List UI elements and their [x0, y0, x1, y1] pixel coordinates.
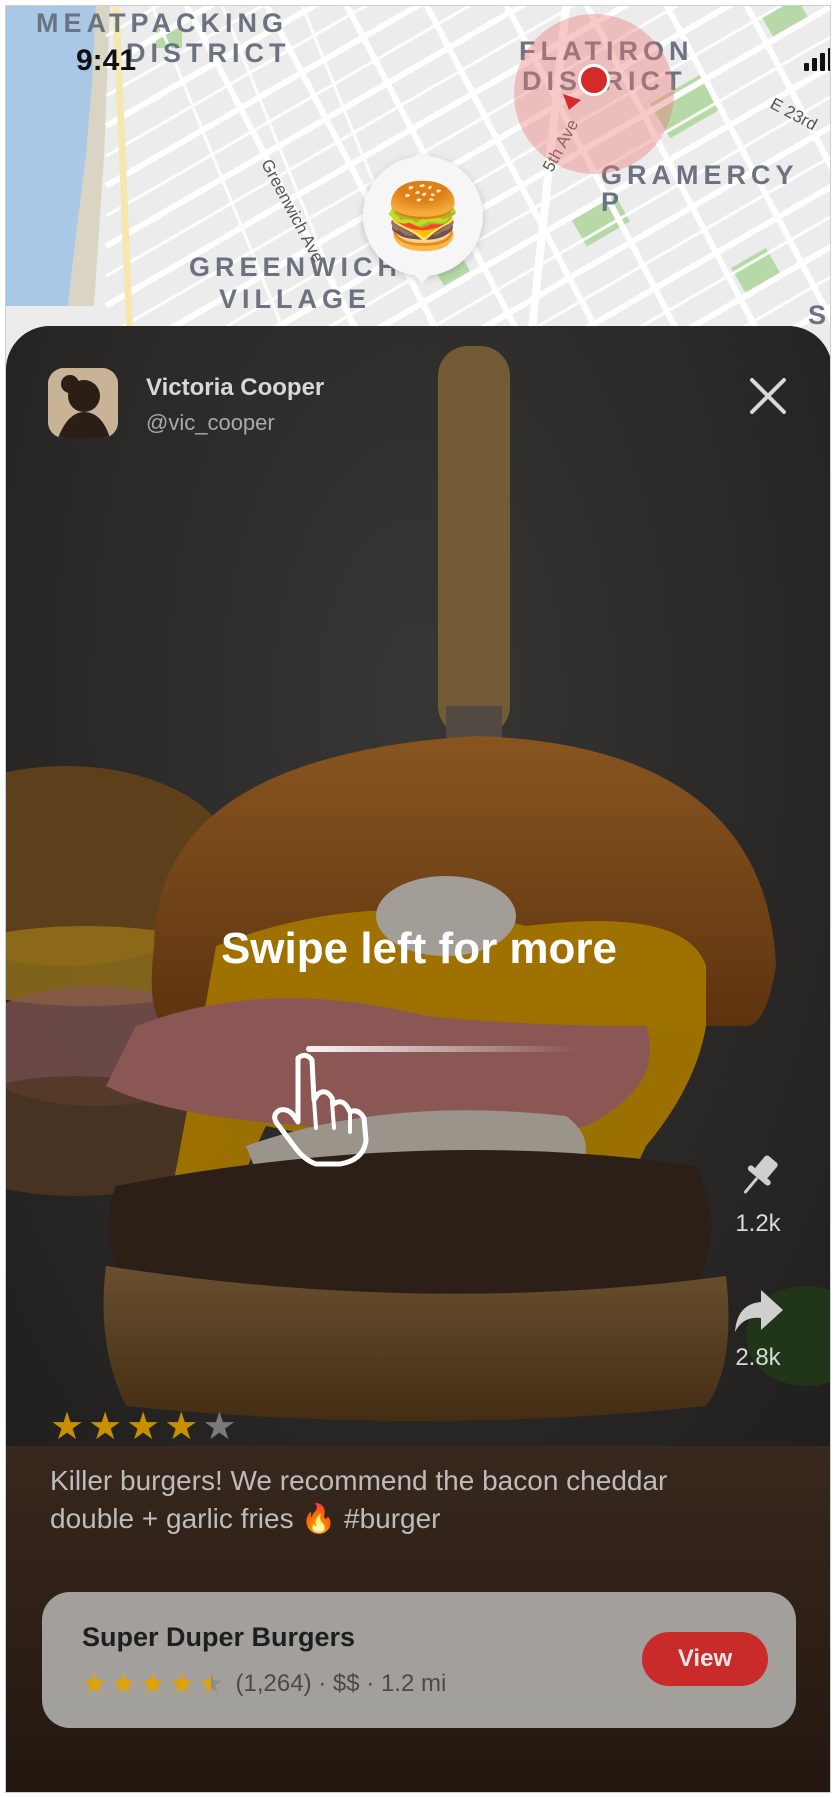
- star-filled-icon: ★: [126, 1406, 161, 1448]
- map-label-edge: S: [808, 300, 831, 330]
- user-name[interactable]: Victoria Cooper: [146, 374, 324, 402]
- app-screen: MEATPACKING DISTRICT FLATIRON DISTRICT G…: [5, 5, 831, 1793]
- post-rating: ★ ★ ★ ★ ★: [50, 1408, 236, 1446]
- pin-icon: [743, 1155, 778, 1194]
- star-filled-icon: ★: [50, 1406, 85, 1448]
- swipe-hand-icon: [268, 1048, 378, 1168]
- star-half-icon: ★: [198, 1668, 224, 1699]
- close-icon: [750, 378, 786, 414]
- post-caption: Killer burgers! We recommend the bacon c…: [50, 1465, 668, 1534]
- map-pin-tail: [405, 264, 439, 284]
- star-filled-icon: ★: [140, 1668, 166, 1699]
- share-action[interactable]: 2.8k: [718, 1284, 798, 1372]
- restaurant-card[interactable]: Super Duper Burgers ★ ★ ★ ★ ★ (1,264) · …: [42, 1592, 796, 1728]
- star-filled-icon: ★: [169, 1668, 195, 1699]
- user-handle: @vic_cooper: [146, 410, 275, 435]
- map-label-village: VILLAGE: [219, 284, 372, 314]
- pin-action[interactable]: 1.2k: [718, 1150, 798, 1238]
- status-bar: 9:41: [6, 6, 830, 106]
- cellular-signal-icon: [804, 48, 830, 71]
- star-empty-icon: ★: [202, 1406, 237, 1448]
- restaurant-meta: ★ ★ ★ ★ ★ (1,264) · $$ · 1.2 mi: [82, 1670, 446, 1698]
- close-button[interactable]: [746, 374, 790, 418]
- restaurant-name: Super Duper Burgers: [82, 1622, 356, 1652]
- star-filled-icon: ★: [111, 1668, 137, 1699]
- star-filled-icon: ★: [164, 1406, 199, 1448]
- map-label-gramercy: GRAMERCY P: [601, 160, 799, 217]
- view-button[interactable]: View: [642, 1632, 768, 1686]
- star-filled-icon: ★: [88, 1406, 123, 1448]
- status-time: 9:41: [76, 44, 137, 77]
- burger-icon: 🍔: [383, 180, 463, 252]
- swipe-hint-text: Swipe left for more: [220, 924, 618, 973]
- star-filled-icon: ★: [82, 1668, 108, 1699]
- user-avatar[interactable]: [48, 368, 118, 438]
- dim-overlay: [6, 326, 830, 1792]
- share-count: 2.8k: [735, 1344, 781, 1371]
- restaurant-reviews-price-distance: (1,264) · $$ · 1.2 mi: [235, 1670, 447, 1697]
- pin-count: 1.2k: [735, 1210, 781, 1237]
- restaurant-map-pin[interactable]: 🍔: [363, 156, 483, 276]
- share-icon: [735, 1290, 783, 1332]
- post-card[interactable]: Victoria Cooper @vic_cooper Swipe left f…: [6, 326, 830, 1792]
